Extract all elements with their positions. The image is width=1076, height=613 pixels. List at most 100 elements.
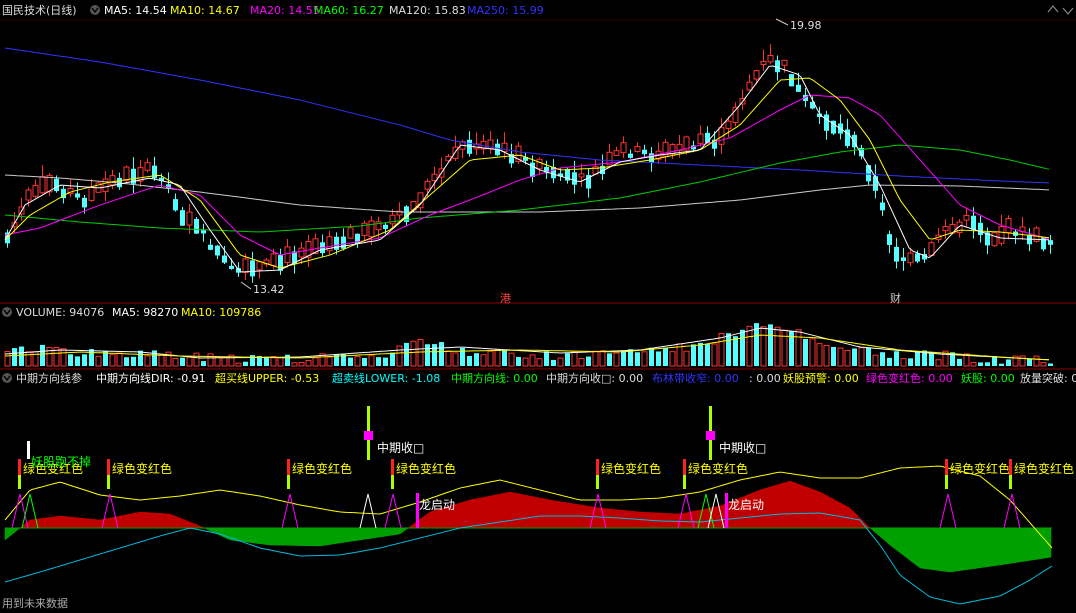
- volume-bar: [362, 357, 367, 366]
- volume-bar: [508, 352, 515, 367]
- stock-title: 国民技术(日线): [2, 3, 77, 17]
- candle: [250, 251, 255, 283]
- volume-bar: [124, 357, 129, 366]
- candle: [341, 228, 346, 251]
- candle: [152, 156, 157, 181]
- volume-bar: [656, 351, 661, 366]
- volume-bar: [305, 360, 312, 367]
- green-to-red-marker[interactable]: 绿色变红色: [1009, 459, 1074, 489]
- volume-bar: [795, 329, 802, 367]
- volume-bar: [887, 357, 892, 366]
- candle: [88, 178, 95, 202]
- ma-menu-button[interactable]: [90, 5, 100, 15]
- volume-bar: [816, 343, 823, 367]
- volume-bar: [663, 347, 668, 366]
- volume-bar: [649, 347, 654, 366]
- candle: [824, 110, 829, 140]
- low-pointer: [240, 281, 252, 290]
- candle: [256, 260, 263, 279]
- candle: [501, 132, 508, 160]
- volume-bar: [711, 343, 718, 367]
- volume-bar: [551, 359, 556, 366]
- candle: [438, 157, 445, 186]
- volume-bar: [740, 329, 745, 366]
- volume-bar: [207, 353, 214, 367]
- volume-bar: [809, 338, 816, 367]
- green-to-red-label: 绿色变红色: [601, 461, 661, 476]
- ma-value-2: MA20: 14.55: [250, 4, 320, 17]
- candle: [278, 248, 283, 275]
- indicator-value-5: 中期方向收□: 0.00: [546, 371, 643, 385]
- green-to-red-marker[interactable]: 绿色变红色: [945, 459, 1010, 489]
- volume-bar: [172, 357, 179, 367]
- candle: [1033, 226, 1040, 243]
- volume-bar: [25, 351, 32, 367]
- volume-bar: [417, 338, 424, 367]
- volume-bar: [844, 349, 851, 367]
- green-to-red-marker[interactable]: 绿色变红色: [287, 459, 352, 489]
- demon-stock-marker[interactable]: 妖股跑不掉: [27, 441, 91, 469]
- candle: [208, 238, 213, 251]
- volume-bar: [872, 354, 879, 367]
- candle: [613, 146, 620, 156]
- indicator-value-1: 中期方向线DIR: -0.91: [96, 371, 206, 385]
- candle: [551, 159, 556, 184]
- volume-menu-button[interactable]: [2, 307, 12, 317]
- candle: [326, 230, 333, 256]
- green-to-red-marker[interactable]: 绿色变红色: [107, 459, 172, 489]
- green-to-red-marker[interactable]: 绿色变红色: [596, 459, 661, 489]
- candle: [606, 143, 613, 166]
- volume-bar: [908, 358, 913, 366]
- candle: [880, 194, 885, 216]
- volume-bar: [900, 358, 907, 367]
- candle: [963, 207, 970, 227]
- indicator-value-7: : 0.00: [749, 372, 781, 385]
- candle: [67, 179, 74, 198]
- candle: [137, 159, 144, 187]
- volume-bar: [474, 353, 479, 366]
- candle: [789, 74, 794, 87]
- mid-term-close-marker[interactable]: 中期收□: [706, 406, 766, 460]
- ma-value-3: MA60: 16.27: [314, 4, 384, 17]
- candle: [39, 164, 46, 194]
- volume-bar: [726, 333, 731, 366]
- volume-bar: [1048, 363, 1053, 366]
- candle: [201, 223, 206, 242]
- volume-bar: [852, 348, 857, 366]
- volume-bar: [628, 349, 633, 366]
- event-marker-gang[interactable]: 港: [500, 292, 511, 305]
- volume-bar: [571, 351, 578, 367]
- candle: [515, 142, 522, 165]
- stock-chart: 绿色变红色 绿色变红色 绿色变红色 绿色变红色 绿色变红色 绿色变红色 绿色变红色 绿色变红色…: [0, 3, 1076, 610]
- indicator-menu-button[interactable]: [2, 373, 12, 383]
- volume-bar: [1027, 358, 1032, 366]
- indicator-value-3: 超卖线LOWER: -1.08: [332, 371, 440, 385]
- indicator-value-2: 超买线UPPER: -0.53: [215, 371, 319, 385]
- volume-bar: [432, 344, 437, 366]
- green-to-red-marker[interactable]: 绿色变红色: [391, 459, 456, 489]
- candle: [746, 74, 753, 91]
- candle: [894, 237, 899, 269]
- event-marker-cai[interactable]: 财: [890, 291, 901, 305]
- volume-bar: [193, 352, 200, 367]
- collapse-up-icon[interactable]: [1047, 5, 1059, 13]
- volume-value-1: MA5: 98270: [112, 306, 178, 319]
- volume-bar: [592, 350, 599, 367]
- volume-bar: [19, 346, 24, 366]
- candle: [942, 219, 949, 240]
- mid-term-close-marker[interactable]: 中期收□: [364, 406, 424, 460]
- volume-bar: [291, 362, 298, 367]
- volume-bar: [116, 352, 123, 367]
- collapse-down-icon[interactable]: [1062, 7, 1074, 15]
- volume-bar: [152, 350, 157, 366]
- candle: [991, 232, 998, 247]
- volume-bar: [557, 357, 564, 367]
- volume-bar: [201, 361, 206, 366]
- volume-bar: [733, 336, 738, 366]
- volume-bar: [768, 324, 773, 366]
- demon-stock-label: 妖股跑不掉: [31, 455, 91, 469]
- candle: [753, 69, 760, 85]
- green-to-red-marker[interactable]: 绿色变红色: [683, 459, 748, 489]
- candle: [445, 154, 452, 163]
- candle: [578, 163, 585, 187]
